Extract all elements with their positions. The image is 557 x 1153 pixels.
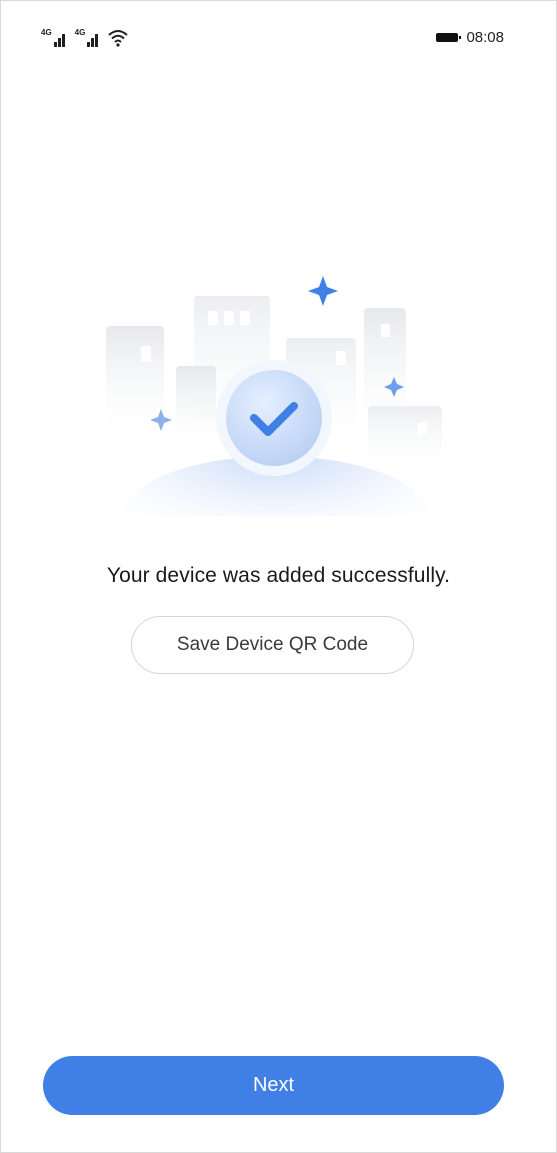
signal-label: 4G: [41, 28, 52, 37]
signal-bar: [53, 42, 57, 47]
clock: 08:08: [466, 29, 504, 46]
signal-bar: [95, 34, 99, 47]
signal-bar: [91, 38, 95, 47]
status-right: 08:08: [436, 29, 504, 46]
check-disc-graphic: [226, 370, 322, 466]
next-button[interactable]: Next: [43, 1056, 504, 1115]
signal-label: 4G: [74, 28, 86, 37]
signal-bar: [87, 42, 91, 47]
signal-bar: [61, 34, 65, 47]
wifi-icon: [108, 30, 129, 47]
signal-icon: 4G: [75, 29, 99, 47]
status-bar: 4G 4G 08:08: [1, 1, 556, 71]
save-qr-code-button[interactable]: Save Device QR Code: [131, 616, 414, 674]
status-left: 4G 4G: [41, 27, 129, 47]
signal-bar: [57, 38, 61, 47]
battery-icon: [436, 33, 462, 42]
sparkle-icon: [308, 276, 338, 306]
success-illustration: [106, 276, 442, 516]
success-message: Your device was added successfully.: [106, 564, 451, 587]
screen: 4G 4G 08:08 Your device was added succes…: [0, 0, 557, 1153]
signal-icon: 4G: [41, 29, 65, 47]
